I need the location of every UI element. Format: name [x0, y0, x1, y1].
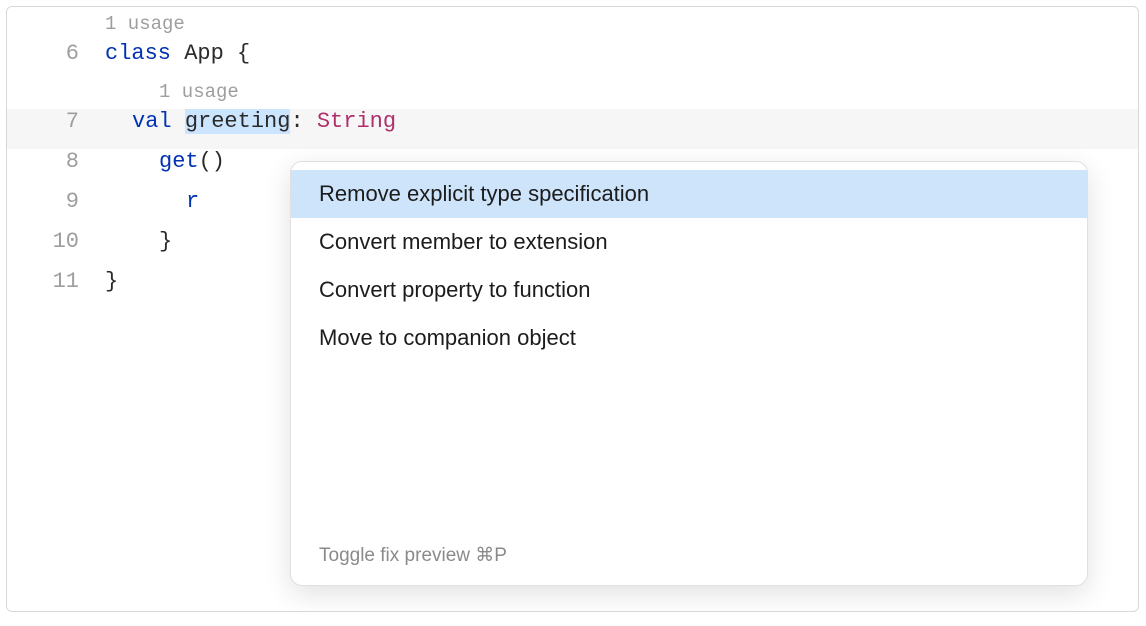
code-token: class: [105, 41, 184, 66]
line-number: 11: [7, 269, 93, 294]
code-line[interactable]: 7 val greeting: String: [7, 109, 1138, 149]
line-number: 8: [7, 149, 93, 174]
code-token: :: [290, 109, 316, 134]
code-token: get: [159, 149, 199, 174]
code-token: }: [159, 229, 172, 254]
intention-item[interactable]: Move to companion object: [291, 314, 1087, 362]
code-token: }: [105, 269, 118, 294]
code-line[interactable]: 6 class App {: [7, 41, 1138, 81]
intention-list: Remove explicit type specificationConver…: [291, 162, 1087, 370]
code-token: String: [317, 109, 396, 134]
editor-frame: 1 usage6class App {1 usage7val greeting:…: [6, 6, 1139, 612]
intention-item[interactable]: Convert member to extension: [291, 218, 1087, 266]
line-number: 9: [7, 189, 93, 214]
inlay-hint[interactable]: 1 usage: [7, 13, 1138, 41]
line-number: 6: [7, 41, 93, 66]
inlay-hint[interactable]: 1 usage: [7, 81, 1138, 109]
intention-popup: Remove explicit type specificationConver…: [290, 161, 1088, 586]
line-number: 10: [7, 229, 93, 254]
line-number: 7: [7, 109, 93, 134]
intention-item[interactable]: Convert property to function: [291, 266, 1087, 314]
popup-footer: Toggle fix preview ⌘P: [291, 530, 1087, 585]
code-token: (): [199, 149, 225, 174]
code-token: greeting: [185, 109, 291, 134]
code-token: App: [184, 41, 237, 66]
code-token: r: [186, 189, 199, 214]
code-token: {: [237, 41, 250, 66]
intention-item[interactable]: Remove explicit type specification: [291, 170, 1087, 218]
code-token: val: [132, 109, 185, 134]
